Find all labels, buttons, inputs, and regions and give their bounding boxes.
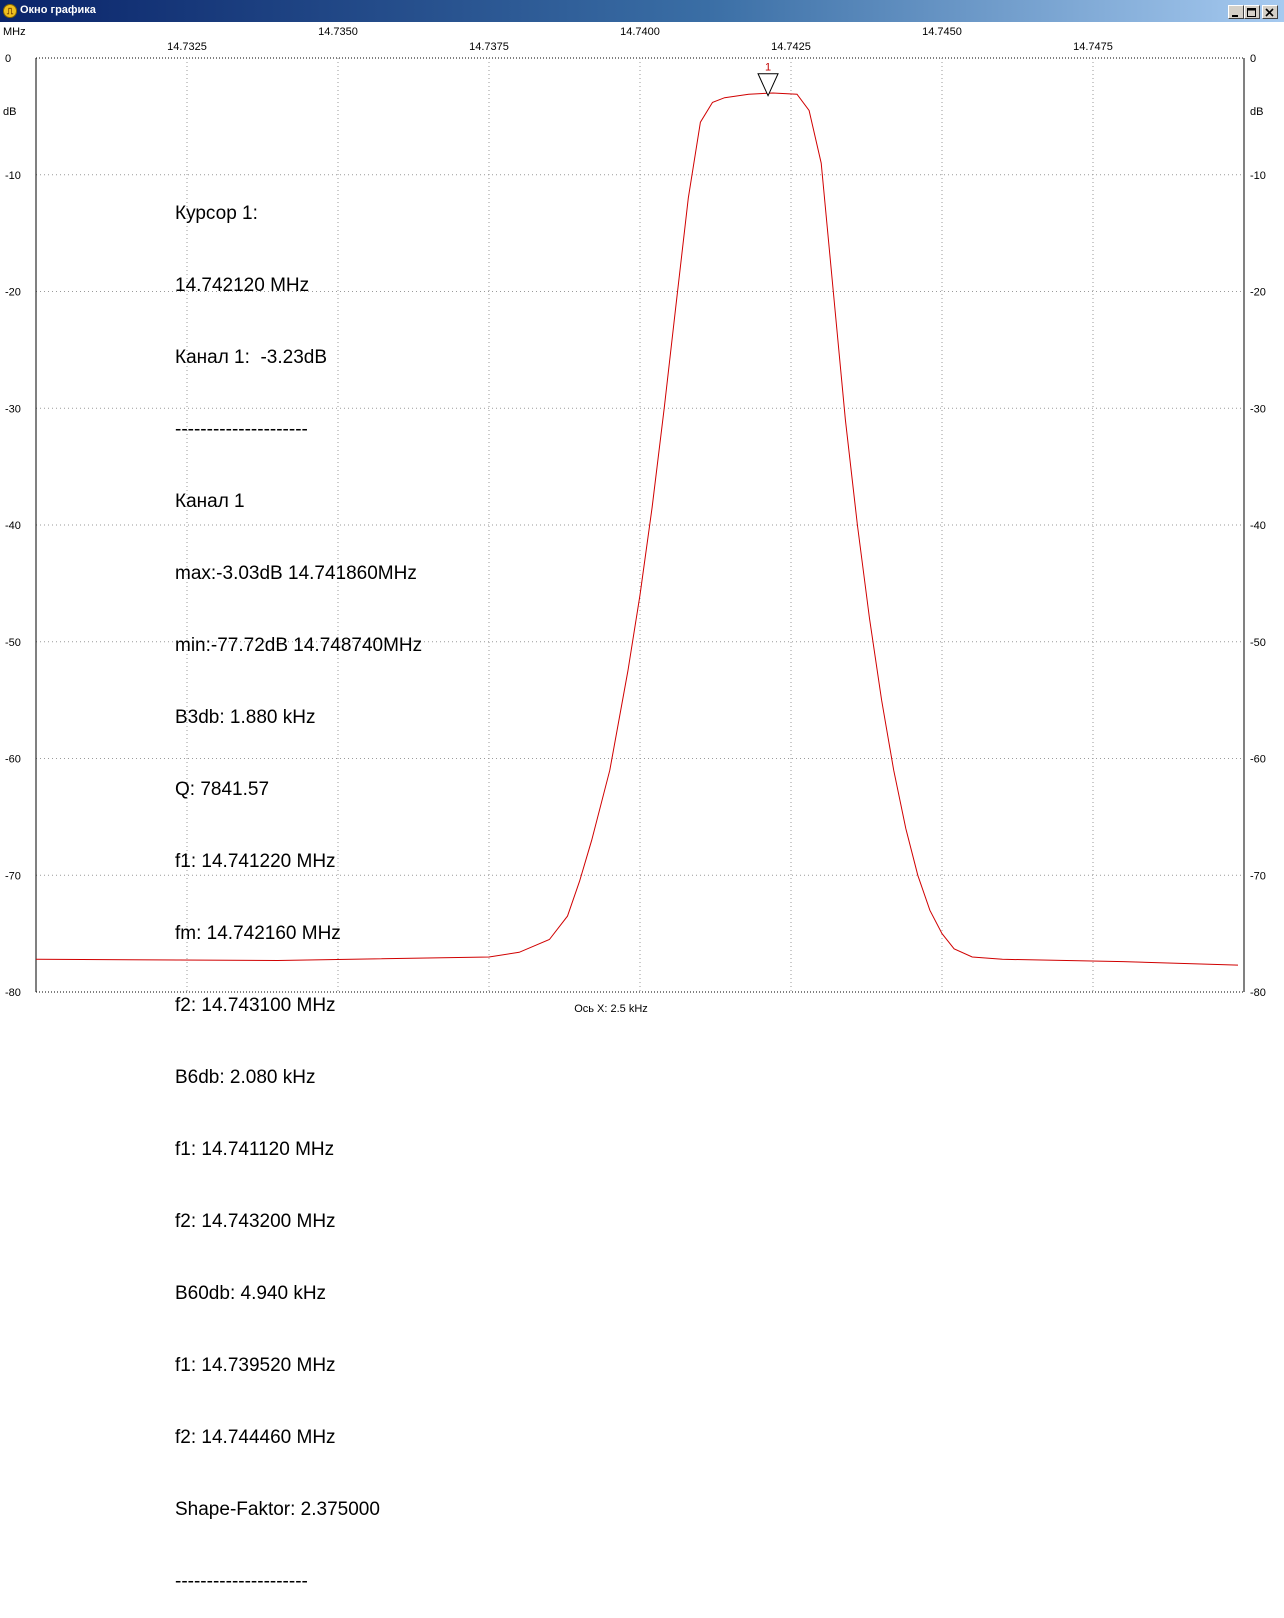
cursor-marker[interactable]: 1 <box>757 62 779 97</box>
y-unit-label-right: dB <box>1250 106 1263 118</box>
info-line: Канал 1 <box>175 491 245 512</box>
info-line: Курсор 1: <box>175 203 258 224</box>
info-line: max:-3.03dB 14.741860MHz <box>175 563 417 584</box>
y-tick-label-left: -10 <box>5 170 21 182</box>
window-title-bar[interactable]: ⎍ Окно графика <box>0 0 1284 22</box>
y-tick-label-right: -80 <box>1250 987 1266 999</box>
info-line: Канал 1: -3.23dB <box>175 347 328 368</box>
x-unit-label: MHz <box>3 26 26 38</box>
window-title: Окно графика <box>20 4 96 16</box>
y-tick-label-right: -50 <box>1250 637 1266 649</box>
cursor-marker-triangle-icon[interactable] <box>757 73 779 97</box>
y-tick-label-left: -60 <box>5 754 21 766</box>
info-line: B60db: 4.940 kHz <box>175 1283 327 1304</box>
app-icon-glyph: ⎍ <box>6 6 14 16</box>
x-tick-label-lower: 14.7325 <box>167 41 207 53</box>
close-button[interactable] <box>1262 5 1278 19</box>
y-tick-label-right: -70 <box>1250 870 1266 882</box>
info-line: B3db: 1.880 kHz <box>175 707 316 728</box>
minimize-icon <box>1232 15 1238 17</box>
info-line: --------------------- <box>175 419 308 440</box>
measurement-info-panel: Курсор 1: 14.742120 MHz Канал 1: -3.23dB… <box>175 154 422 1618</box>
y-tick-label-left: -40 <box>5 520 21 532</box>
info-line: f1: 14.741220 MHz <box>175 851 336 872</box>
y-tick-label-right: -40 <box>1250 520 1266 532</box>
x-tick-label-upper: 14.7350 <box>318 26 358 38</box>
y-unit-label-left: dB <box>3 106 16 118</box>
info-line: min:-77.72dB 14.748740MHz <box>175 635 423 656</box>
y-tick-label-right: -20 <box>1250 287 1266 299</box>
x-tick-labels: 14.7350 14.7400 14.7450 14.7325 14.7375 14.74… <box>167 26 1113 53</box>
maximize-icon <box>1247 8 1256 17</box>
y-tick-label-left: -50 <box>5 637 21 649</box>
x-tick-label-upper: 14.7450 <box>922 26 962 38</box>
y-tick-label-right: -60 <box>1250 754 1266 766</box>
x-tick-label-upper: 14.7400 <box>620 26 660 38</box>
info-line: Q: 7841.57 <box>175 779 270 800</box>
y-tick-label-right: -30 <box>1250 403 1266 415</box>
cursor-marker-number: 1 <box>765 62 771 74</box>
info-line: 14.742120 MHz <box>175 275 310 296</box>
info-line: f2: 14.743200 MHz <box>175 1211 336 1232</box>
x-tick-label-lower: 14.7375 <box>469 41 509 53</box>
info-line: B6db: 2.080 kHz <box>175 1067 316 1088</box>
info-line: f2: 14.743100 MHz <box>175 995 336 1016</box>
maximize-button[interactable] <box>1244 5 1260 19</box>
y-tick-label-left: -80 <box>5 987 21 999</box>
y-tick-label-left: -70 <box>5 870 21 882</box>
info-line: f1: 14.741120 MHz <box>175 1139 335 1160</box>
info-line: --------------------- <box>175 1571 308 1592</box>
x-tick-label-lower: 14.7425 <box>771 41 811 53</box>
info-line: f2: 14.744460 MHz <box>175 1427 336 1448</box>
y-tick-label-left: -20 <box>5 287 21 299</box>
close-icon <box>1265 8 1274 17</box>
x-axis-caption: Ось X: 2.5 kHz <box>574 1003 648 1015</box>
info-line: fm: 14.742160 MHz <box>175 923 341 944</box>
y-tick-label-left: -30 <box>5 403 21 415</box>
y-tick-label-right: 0 <box>1250 53 1256 65</box>
y-tick-label-right: -10 <box>1250 170 1266 182</box>
minimize-button[interactable] <box>1228 5 1244 19</box>
info-line: Shape-Faktor: 2.375000 <box>175 1499 380 1520</box>
app-icon: ⎍ <box>3 4 17 18</box>
y-tick-label-left: 0 <box>5 53 11 65</box>
info-line: f1: 14.739520 MHz <box>175 1355 336 1376</box>
x-tick-label-lower: 14.7475 <box>1073 41 1113 53</box>
